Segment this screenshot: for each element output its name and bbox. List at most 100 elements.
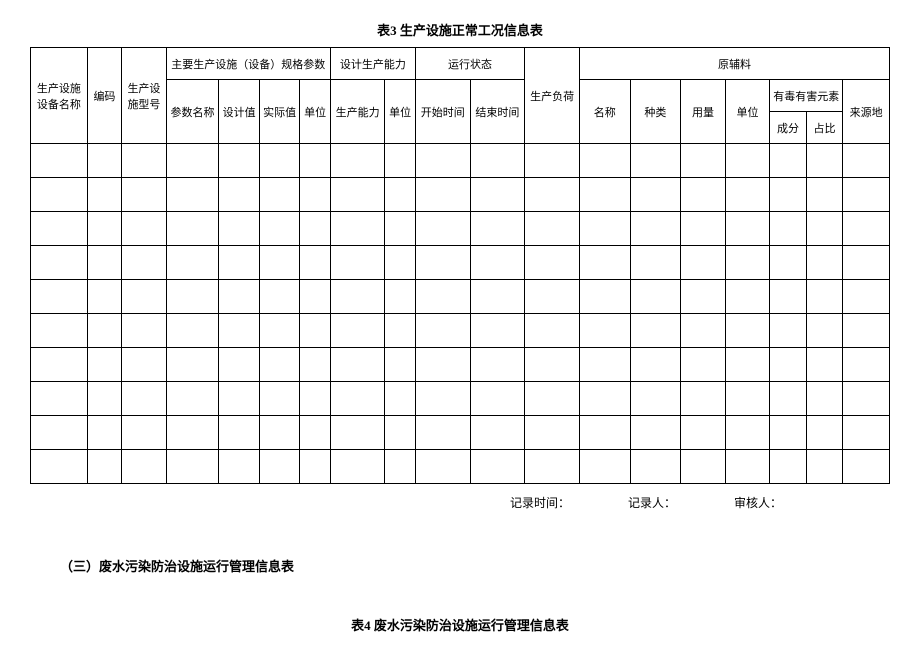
table-cell — [166, 348, 219, 382]
table-cell — [31, 178, 88, 212]
table-cell — [806, 144, 842, 178]
table-cell — [415, 178, 470, 212]
table-cell — [630, 416, 681, 450]
footer-reviewer: 审核人： — [734, 494, 782, 511]
th-material-type: 种类 — [630, 80, 681, 144]
table-row — [31, 450, 890, 484]
table-cell — [579, 178, 630, 212]
table-cell — [770, 382, 806, 416]
table-cell — [770, 416, 806, 450]
table-cell — [330, 314, 385, 348]
table-cell — [31, 144, 88, 178]
table-cell — [87, 382, 121, 416]
table-cell — [630, 382, 681, 416]
table-cell — [31, 348, 88, 382]
table-cell — [579, 212, 630, 246]
table-cell — [166, 450, 219, 484]
table-cell — [87, 144, 121, 178]
table-cell — [843, 450, 890, 484]
table-cell — [166, 212, 219, 246]
table-cell — [166, 280, 219, 314]
table-cell — [525, 144, 580, 178]
table-cell — [725, 178, 770, 212]
table-cell — [470, 246, 525, 280]
table-cell — [122, 348, 167, 382]
th-capacity-unit: 单位 — [385, 80, 415, 144]
table-cell — [470, 348, 525, 382]
table-cell — [579, 144, 630, 178]
table-cell — [415, 450, 470, 484]
table-cell — [166, 416, 219, 450]
table-row — [31, 348, 890, 382]
table-cell — [122, 314, 167, 348]
table-cell — [415, 280, 470, 314]
table-cell — [770, 280, 806, 314]
table-cell — [259, 416, 300, 450]
table-cell — [630, 314, 681, 348]
table-cell — [166, 382, 219, 416]
table-cell — [470, 416, 525, 450]
table-cell — [843, 178, 890, 212]
table-cell — [843, 382, 890, 416]
table-cell — [122, 450, 167, 484]
table-cell — [770, 348, 806, 382]
th-material-unit: 单位 — [725, 80, 770, 144]
table-cell — [122, 178, 167, 212]
table-cell — [300, 178, 330, 212]
table-cell — [219, 314, 260, 348]
table-cell — [31, 450, 88, 484]
table-cell — [166, 144, 219, 178]
table-cell — [770, 212, 806, 246]
table-cell — [681, 314, 726, 348]
table-cell — [725, 314, 770, 348]
table-cell — [385, 144, 415, 178]
th-status-group: 运行状态 — [415, 48, 524, 80]
table-row — [31, 212, 890, 246]
table-cell — [259, 450, 300, 484]
table-cell — [681, 450, 726, 484]
table-cell — [219, 144, 260, 178]
table-cell — [806, 178, 842, 212]
table-cell — [87, 212, 121, 246]
table-cell — [630, 246, 681, 280]
table-cell — [300, 246, 330, 280]
table-cell — [806, 280, 842, 314]
table-cell — [725, 382, 770, 416]
table-cell — [300, 280, 330, 314]
table-cell — [681, 382, 726, 416]
table-cell — [122, 280, 167, 314]
table-cell — [681, 416, 726, 450]
table-cell — [525, 246, 580, 280]
th-material-name: 名称 — [579, 80, 630, 144]
table-row — [31, 178, 890, 212]
table-cell — [415, 314, 470, 348]
table-cell — [385, 450, 415, 484]
table-cell — [470, 280, 525, 314]
table-cell — [725, 212, 770, 246]
table-cell — [87, 348, 121, 382]
table4-caption: 表4 废水污染防治设施运行管理信息表 — [30, 615, 890, 634]
th-spec-actual-value: 实际值 — [259, 80, 300, 144]
table-cell — [259, 212, 300, 246]
table-cell — [843, 280, 890, 314]
table3: 生产设施设备名称 编码 生产设施型号 主要生产设施（设备）规格参数 设计生产能力… — [30, 47, 890, 484]
table-cell — [330, 348, 385, 382]
table-cell — [415, 348, 470, 382]
table-cell — [385, 246, 415, 280]
table-cell — [843, 348, 890, 382]
table-cell — [300, 144, 330, 178]
table-cell — [259, 280, 300, 314]
table-cell — [330, 280, 385, 314]
table-cell — [630, 348, 681, 382]
th-model: 生产设施型号 — [122, 48, 167, 144]
table-cell — [219, 450, 260, 484]
section3-heading: （三）废水污染防治设施运行管理信息表 — [30, 556, 890, 575]
table-cell — [122, 382, 167, 416]
th-status-end: 结束时间 — [470, 80, 525, 144]
footer-record-time: 记录时间： — [510, 494, 570, 511]
table-cell — [300, 212, 330, 246]
table-cell — [330, 450, 385, 484]
table-cell — [415, 246, 470, 280]
table-row — [31, 144, 890, 178]
table-cell — [219, 416, 260, 450]
